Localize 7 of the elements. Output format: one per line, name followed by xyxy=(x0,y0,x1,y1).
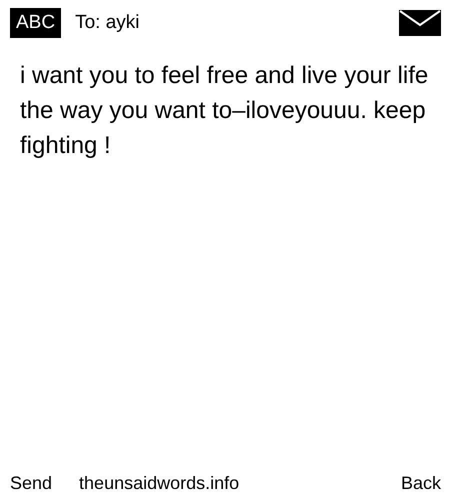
message-text: i want you to feel free and live your life the way you want to–iloveyouuu. keep fighting ! xyxy=(19,61,430,161)
site-link[interactable]: theunsaidwords.info xyxy=(79,473,240,494)
envelope-icon[interactable] xyxy=(399,10,441,36)
send-link[interactable]: Send xyxy=(10,473,52,494)
back-link[interactable]: Back xyxy=(400,473,441,494)
recipient-label: To: ayki xyxy=(75,12,140,34)
logo: ABC xyxy=(10,8,62,38)
